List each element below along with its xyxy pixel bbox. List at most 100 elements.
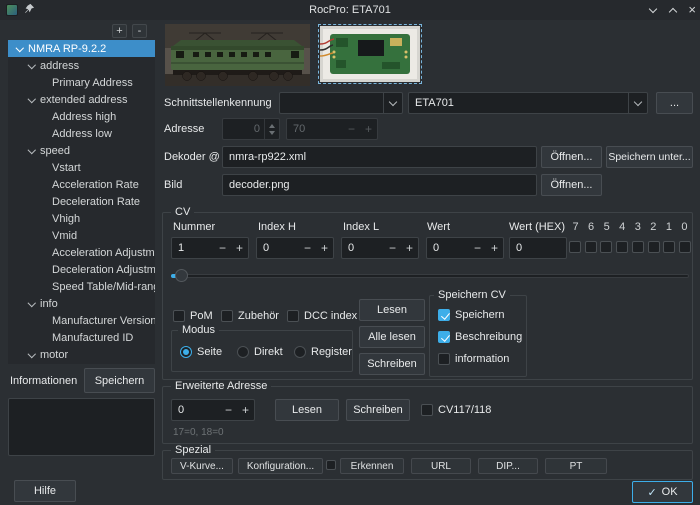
tree-item-info[interactable]: info bbox=[8, 295, 155, 312]
bild-open-button[interactable]: Öffnen... bbox=[541, 174, 602, 196]
slider-handle[interactable] bbox=[175, 269, 188, 282]
modus-seite-radio[interactable]: Seite bbox=[180, 346, 222, 358]
modus-direkt-radio[interactable]: Direkt bbox=[237, 346, 283, 358]
spin-decrement-button[interactable]: − bbox=[299, 238, 316, 258]
chevron-down-icon[interactable] bbox=[26, 298, 38, 310]
erkennen-button[interactable]: Erkennen bbox=[340, 458, 404, 474]
erweiterte-lesen-button[interactable]: Lesen bbox=[275, 399, 339, 421]
minimize-button[interactable] bbox=[648, 5, 658, 15]
url-button[interactable]: URL bbox=[411, 458, 471, 474]
dekoder-saveas-button[interactable]: Speichern unter... bbox=[606, 146, 693, 168]
cv-bit0-checkbox[interactable] bbox=[679, 241, 691, 253]
ok-button[interactable]: ✓ OK bbox=[632, 481, 693, 503]
vkurve-button[interactable]: V-Kurve... bbox=[171, 458, 233, 474]
cv-wert-hex-input[interactable]: 0 bbox=[509, 237, 567, 259]
cv-bit3-checkbox[interactable] bbox=[632, 241, 644, 253]
spin-increment-button[interactable]: + bbox=[401, 238, 418, 258]
cv-nummer-spinbox[interactable]: 1 − + bbox=[171, 237, 249, 259]
tree-item-extended-address[interactable]: extended address bbox=[8, 91, 155, 108]
adresse-spinbox[interactable]: 0 bbox=[222, 118, 280, 140]
informationen-speichern-button[interactable]: Speichern bbox=[84, 368, 155, 393]
decoder-more-button[interactable]: ... bbox=[656, 92, 693, 114]
cv-bit4-checkbox[interactable] bbox=[616, 241, 628, 253]
spin-decrement-button[interactable]: − bbox=[214, 238, 231, 258]
tree-item-acceleration-rate[interactable]: Acceleration Rate bbox=[8, 176, 155, 193]
spin-increment-button[interactable]: + bbox=[486, 238, 503, 258]
tree-item-manufactured-id[interactable]: Manufactured ID bbox=[8, 329, 155, 346]
tree-item-speed[interactable]: speed bbox=[8, 142, 155, 159]
cv-index-l-spinbox[interactable]: 0 − + bbox=[341, 237, 419, 259]
tree-item-address-low[interactable]: Address low bbox=[8, 125, 155, 142]
chevron-down-icon[interactable] bbox=[26, 60, 38, 72]
dcc-index-checkbox[interactable]: DCC index bbox=[287, 310, 357, 322]
cv-lesen-button[interactable]: Lesen bbox=[359, 299, 425, 321]
pin-icon[interactable] bbox=[24, 3, 35, 17]
tree-item-speed-table[interactable]: Speed Table/Mid-range bbox=[8, 278, 155, 295]
erweiterte-schreiben-button[interactable]: Schreiben bbox=[346, 399, 410, 421]
konfiguration-checkbox[interactable] bbox=[326, 460, 336, 470]
tree-item-deceleration-adjustment[interactable]: Deceleration Adjustme bbox=[8, 261, 155, 278]
maximize-button[interactable] bbox=[668, 5, 678, 15]
tree-item-vstart[interactable]: Vstart bbox=[8, 159, 155, 176]
dip-button[interactable]: DIP... bbox=[478, 458, 538, 474]
chevron-down-icon[interactable] bbox=[26, 349, 38, 361]
interface-combobox[interactable] bbox=[279, 92, 403, 114]
spin-decrement-button[interactable]: − bbox=[343, 119, 360, 139]
cv-index-h-spinbox[interactable]: 0 − + bbox=[256, 237, 334, 259]
dekoder-file-input[interactable]: nmra-rp922.xml bbox=[222, 146, 537, 168]
spin-decrement-button[interactable]: − bbox=[384, 238, 401, 258]
spin-increment-button[interactable]: + bbox=[231, 238, 248, 258]
zubehoer-checkbox[interactable]: Zubehör bbox=[221, 310, 279, 322]
tree-item-vhigh[interactable]: Vhigh bbox=[8, 210, 155, 227]
spin-decrement-button[interactable]: − bbox=[220, 400, 237, 420]
speichern-checkbox[interactable]: Speichern bbox=[438, 309, 505, 321]
spin-up-icon[interactable] bbox=[269, 124, 275, 128]
cv-schreiben-button[interactable]: Schreiben bbox=[359, 353, 425, 375]
informationen-textarea[interactable] bbox=[8, 398, 155, 456]
konfiguration-button[interactable]: Konfiguration... bbox=[238, 458, 323, 474]
close-button[interactable]: × bbox=[688, 5, 696, 15]
spin-increment-button[interactable]: + bbox=[316, 238, 333, 258]
tree-item-nmra[interactable]: NMRA RP-9.2.2 bbox=[8, 40, 155, 57]
cv-alle-lesen-button[interactable]: Alle lesen bbox=[359, 326, 425, 348]
tree-add-button[interactable]: + bbox=[112, 24, 127, 38]
cv117-118-checkbox[interactable]: CV117/118 bbox=[421, 404, 491, 416]
cv-bit1-checkbox[interactable] bbox=[663, 241, 675, 253]
dekoder-open-button[interactable]: Öffnen... bbox=[541, 146, 602, 168]
cv-bit5-checkbox[interactable] bbox=[600, 241, 612, 253]
tree-remove-button[interactable]: - bbox=[132, 24, 147, 38]
chevron-down-icon[interactable] bbox=[26, 145, 38, 157]
cv-bit7-checkbox[interactable] bbox=[569, 241, 581, 253]
locomotive-image[interactable] bbox=[165, 24, 310, 86]
cv-wert-spinbox[interactable]: 0 − + bbox=[426, 237, 504, 259]
tree-item-acceleration-adjustment[interactable]: Acceleration Adjustme bbox=[8, 244, 155, 261]
cv-bit2-checkbox[interactable] bbox=[648, 241, 660, 253]
spin-increment-button[interactable]: + bbox=[360, 119, 377, 139]
tree-item-address[interactable]: address bbox=[8, 57, 155, 74]
tree-item-motor[interactable]: motor bbox=[8, 346, 155, 363]
decoder-combobox[interactable]: ETA701 bbox=[408, 92, 648, 114]
chevron-down-icon[interactable] bbox=[14, 43, 26, 55]
erweiterte-adresse-spinbox[interactable]: 0 − + bbox=[171, 399, 255, 421]
modus-register-radio[interactable]: Register bbox=[294, 346, 352, 358]
hilfe-button[interactable]: Hilfe bbox=[14, 480, 76, 502]
tree-item-deceleration-rate[interactable]: Deceleration Rate bbox=[8, 193, 155, 210]
pom-checkbox[interactable]: PoM bbox=[173, 310, 213, 322]
spin-increment-button[interactable]: + bbox=[237, 400, 254, 420]
pt-button[interactable]: PT bbox=[545, 458, 607, 474]
chevron-down-icon[interactable] bbox=[26, 94, 38, 106]
bild-file-input[interactable]: decoder.png bbox=[222, 174, 537, 196]
information-checkbox[interactable]: information bbox=[438, 353, 509, 365]
cv-bit6-checkbox[interactable] bbox=[585, 241, 597, 253]
spin-down-icon[interactable] bbox=[269, 131, 275, 135]
tree-item-vmid[interactable]: Vmid bbox=[8, 227, 155, 244]
decoder-image[interactable] bbox=[320, 26, 420, 82]
adresse-max-spinbox[interactable]: 70 − + bbox=[286, 118, 378, 140]
tree-item-address-high[interactable]: Address high bbox=[8, 108, 155, 125]
beschreibung-checkbox[interactable]: Beschreibung bbox=[438, 331, 522, 343]
cv-value-slider[interactable] bbox=[171, 269, 689, 283]
tree-item-manufacturer-version[interactable]: Manufacturer Version bbox=[8, 312, 155, 329]
spin-decrement-button[interactable]: − bbox=[469, 238, 486, 258]
tree-item-primary-address[interactable]: Primary Address bbox=[8, 74, 155, 91]
spin-arrows[interactable] bbox=[264, 119, 279, 139]
